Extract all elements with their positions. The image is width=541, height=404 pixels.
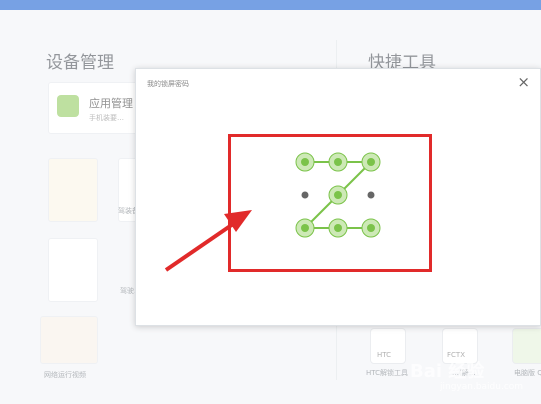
pointer-arrow <box>164 210 252 272</box>
watermark-url: jingyan.baidu.com <box>440 382 524 392</box>
watermark-brand: Bai 经验 <box>410 361 485 382</box>
arrow-shaft <box>164 220 238 272</box>
